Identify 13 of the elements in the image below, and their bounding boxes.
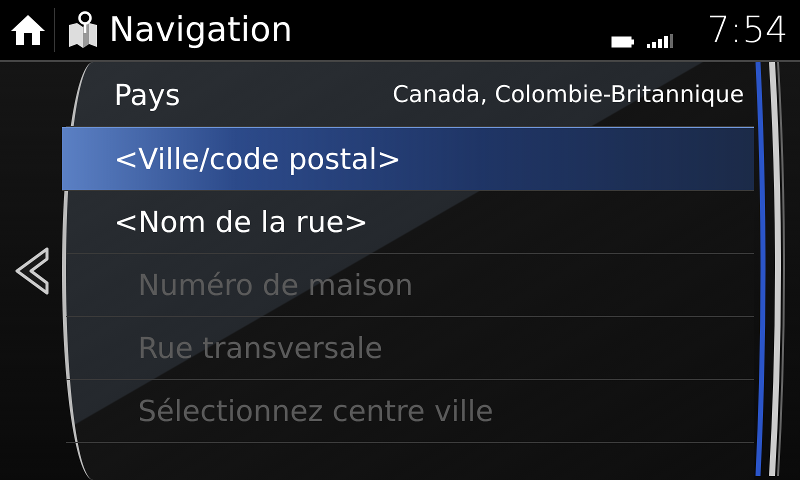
menu-item-label: <Nom de la rue> bbox=[114, 205, 368, 239]
screen-title: Navigation bbox=[109, 10, 292, 50]
clock: 7:54 bbox=[707, 10, 788, 50]
menu-item[interactable]: <Ville/code postal> bbox=[62, 127, 754, 191]
home-icon[interactable] bbox=[10, 13, 46, 47]
menu-item-value: Canada, Colombie-Britannique bbox=[392, 82, 744, 108]
battery-icon bbox=[611, 36, 636, 48]
map-pin-icon bbox=[67, 11, 99, 49]
menu-item-label: <Ville/code postal> bbox=[114, 142, 402, 176]
menu-item-label: Sélectionnez centre ville bbox=[137, 394, 494, 428]
signal-icon bbox=[647, 34, 674, 48]
menu-item[interactable]: <Nom de la rue> bbox=[66, 191, 754, 254]
menu-item-label: Pays bbox=[114, 78, 180, 112]
